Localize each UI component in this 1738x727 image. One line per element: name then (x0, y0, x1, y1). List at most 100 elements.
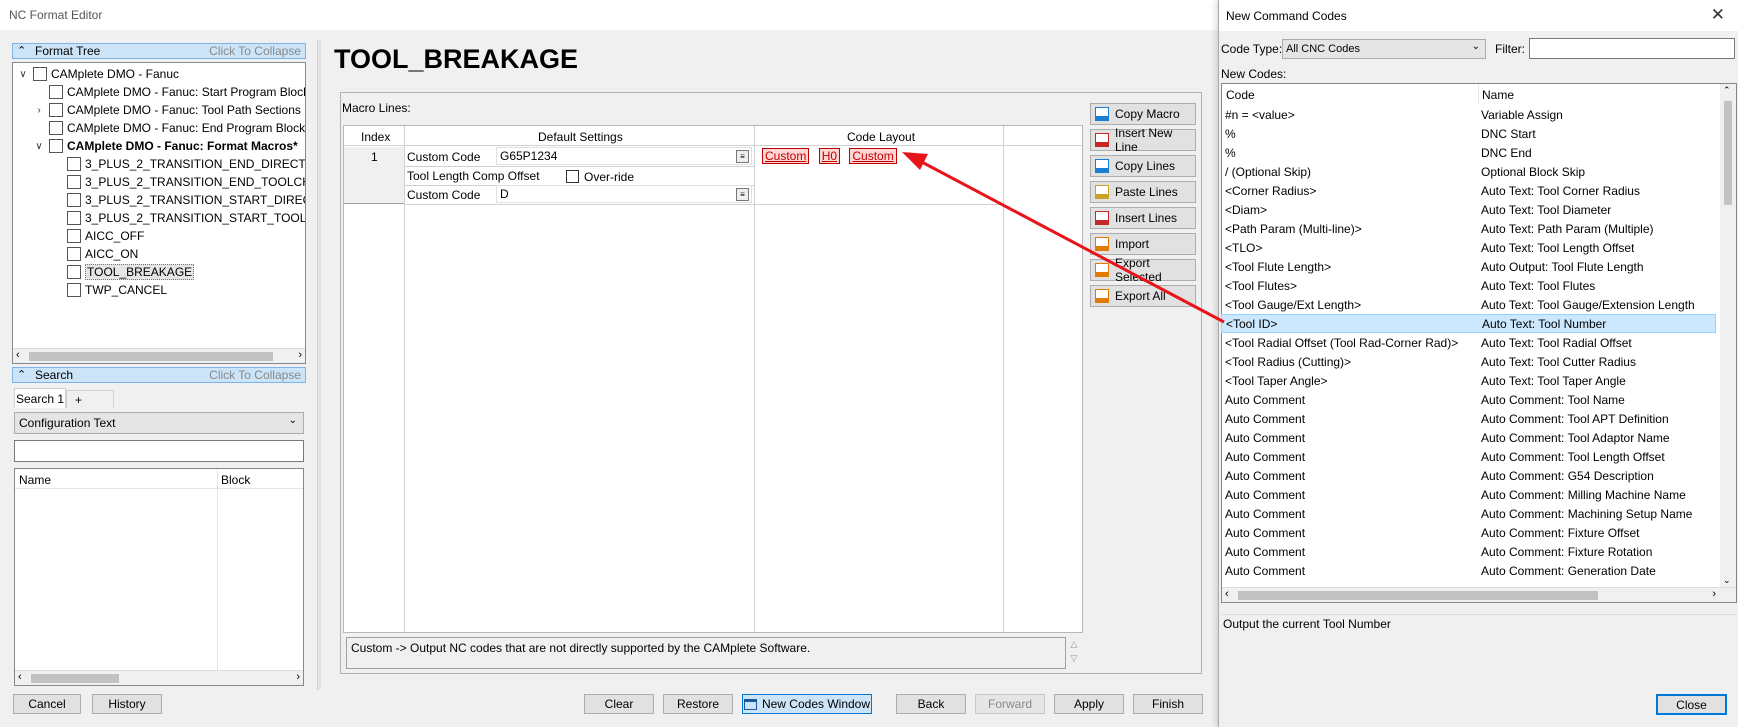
scroll-thumb[interactable] (1724, 101, 1732, 205)
code-row[interactable]: Auto Comment Auto Comment: Tool Length Of… (1221, 447, 1716, 466)
chevron-down-icon[interactable]: ∨ (33, 141, 45, 152)
code-row[interactable]: Auto Comment Auto Comment: Tool APT Defin… (1221, 409, 1716, 428)
tree-item[interactable]: ∨ CAMplete DMO - Fanuc: Format Macros* (33, 137, 298, 155)
row-index-cell[interactable]: 1 (344, 147, 404, 204)
format-tree[interactable]: ∨ CAMplete DMO - Fanuc CAMplete DMO - Fanu… (12, 62, 306, 364)
code-row[interactable]: Auto Comment Auto Comment: Tool Name (1221, 390, 1716, 409)
search-input[interactable] (14, 440, 304, 462)
layout-code-custom[interactable]: Custom (762, 148, 810, 164)
description-scroll[interactable]: △ ▽ (1068, 637, 1080, 669)
search-tab-1[interactable]: Search 1 (14, 388, 66, 408)
code-row[interactable]: <Tool Radial Offset (Tool Rad-Corner Rad… (1221, 333, 1716, 352)
code-row[interactable]: <Corner Radius> Auto Text: Tool Corner Ra… (1221, 181, 1716, 200)
vertical-scrollbar[interactable]: ⌃ ⌄ (1720, 84, 1736, 587)
tree-item[interactable]: 3_PLUS_2_TRANSITION_END_TOOLCHANGE (51, 173, 305, 191)
code-row[interactable]: Auto Comment Auto Comment: Fixture Offset (1221, 523, 1716, 542)
tree-item[interactable]: TWP_CANCEL (51, 281, 167, 299)
code-row[interactable]: <Tool Flutes> Auto Text: Tool Flutes (1221, 276, 1716, 295)
code-editor-icon[interactable]: ≡ (736, 150, 749, 163)
code-layout-cell[interactable]: Custom H0 Custom (762, 148, 903, 164)
tree-item[interactable]: AICC_ON (51, 245, 138, 263)
tree-item[interactable]: CAMplete DMO - Fanuc: End Program Block (33, 119, 305, 137)
code-row[interactable]: <Tool ID> Auto Text: Tool Number (1221, 314, 1716, 333)
col-code[interactable]: Code (1226, 88, 1255, 102)
code-row[interactable]: Auto Comment Auto Comment: Tool Adaptor N… (1221, 428, 1716, 447)
code-row[interactable]: % DNC Start (1221, 124, 1716, 143)
tree-item[interactable]: › CAMplete DMO - Fanuc: Tool Path Section… (33, 101, 301, 119)
clear-button[interactable]: Clear (584, 694, 654, 714)
tree-horizontal-scrollbar[interactable]: ‹ › (13, 348, 305, 363)
scroll-thumb[interactable] (31, 674, 119, 683)
layout-code-h0[interactable]: H0 (818, 148, 841, 164)
code-row[interactable]: Auto Comment Auto Comment: Machining Setu… (1221, 504, 1716, 523)
code-row[interactable]: <Tool Flute Length> Auto Output: Tool Flu… (1221, 257, 1716, 276)
scroll-right-icon[interactable]: › (296, 671, 300, 683)
code-editor-icon[interactable]: ≡ (736, 188, 749, 201)
scroll-left-icon[interactable]: ‹ (16, 349, 20, 361)
finish-button[interactable]: Finish (1133, 694, 1203, 714)
back-button[interactable]: Back (896, 694, 966, 714)
code-type-select[interactable]: All CNC Codes ⌄ (1282, 39, 1486, 59)
code-row[interactable]: % DNC End (1221, 143, 1716, 162)
scroll-thumb[interactable] (29, 352, 273, 361)
col-code-layout[interactable]: Code Layout (847, 130, 915, 144)
tree-item[interactable]: 3_PLUS_2_TRANSITION_START_TOOLCHANGE (51, 209, 305, 227)
col-index[interactable]: Index (361, 130, 390, 144)
filter-input[interactable] (1529, 38, 1735, 59)
custom-code-input-1[interactable]: G65P1234 ≡ (496, 147, 752, 165)
tree-item[interactable]: 3_PLUS_2_TRANSITION_END_DIRECT (51, 155, 305, 173)
scroll-up-icon[interactable]: ⌃ (1723, 85, 1731, 96)
new-codes-window-button[interactable]: New Codes Window (742, 694, 872, 714)
code-row[interactable]: <Tool Taper Angle> Auto Text: Tool Taper … (1221, 371, 1716, 390)
apply-button[interactable]: Apply (1054, 694, 1124, 714)
forward-button[interactable]: Forward (975, 694, 1045, 714)
scroll-left-icon[interactable]: ‹ (1225, 588, 1229, 600)
export-all-button[interactable]: Export All (1090, 285, 1196, 307)
override-checkbox[interactable] (566, 170, 579, 183)
search-results[interactable]: Name Block ‹ › (14, 468, 304, 686)
tree-item[interactable]: ∨ CAMplete DMO - Fanuc (17, 65, 179, 83)
splitter[interactable] (317, 40, 321, 690)
restore-button[interactable]: Restore (663, 694, 733, 714)
code-row[interactable]: <Path Param (Multi-line)> Auto Text: Path… (1221, 219, 1716, 238)
code-row[interactable]: Auto Comment Auto Comment: Generation Dat… (1221, 561, 1716, 580)
scroll-down-icon[interactable]: ⌄ (1723, 575, 1731, 586)
code-row[interactable]: Auto Comment Auto Comment: G54 Descriptio… (1221, 466, 1716, 485)
code-row[interactable]: Auto Comment Auto Comment: Fixture Rotati… (1221, 542, 1716, 561)
chevron-down-icon[interactable]: ∨ (17, 69, 29, 80)
macro-grid[interactable]: Index Default Settings Code Layout 1 Cus… (343, 125, 1083, 633)
tree-item[interactable]: 3_PLUS_2_TRANSITION_START_DIRECT (51, 191, 305, 209)
custom-code-input-2[interactable]: D ≡ (496, 185, 752, 203)
codes-horizontal-scrollbar[interactable]: ‹ › (1222, 587, 1736, 602)
chevron-right-icon[interactable]: › (33, 105, 45, 116)
tree-item[interactable]: CAMplete DMO - Fanuc: Start Program Bloc… (33, 83, 305, 101)
code-row[interactable]: <Diam> Auto Text: Tool Diameter (1221, 200, 1716, 219)
search-type-select[interactable]: Configuration Text ⌄ (14, 412, 304, 434)
layout-code-custom-2[interactable]: Custom (849, 148, 897, 164)
code-row[interactable]: <TLO> Auto Text: Tool Length Offset (1221, 238, 1716, 257)
scroll-right-icon[interactable]: › (1712, 588, 1716, 600)
scroll-thumb[interactable] (1238, 591, 1598, 600)
copy-macro-button[interactable]: Copy Macro (1090, 103, 1196, 125)
col-default-settings[interactable]: Default Settings (538, 130, 623, 144)
code-row[interactable]: / (Optional Skip) Optional Block Skip (1221, 162, 1716, 181)
code-row[interactable]: #n = <value> Variable Assign (1221, 105, 1716, 124)
col-block[interactable]: Block (221, 473, 250, 487)
insert-new-line-button[interactable]: Insert New Line (1090, 126, 1196, 154)
scroll-left-icon[interactable]: ‹ (18, 671, 22, 683)
code-row[interactable]: <Tool Radius (Cutting)> Auto Text: Tool C… (1221, 352, 1716, 371)
results-horizontal-scrollbar[interactable]: ‹ › (15, 670, 303, 685)
col-name[interactable]: Name (19, 473, 51, 487)
cancel-button[interactable]: Cancel (13, 694, 81, 714)
tree-item[interactable]: TOOL_BREAKAGE (51, 263, 195, 281)
close-button[interactable]: Close (1656, 694, 1727, 715)
tree-item[interactable]: AICC_OFF (51, 227, 144, 245)
history-button[interactable]: History (92, 694, 162, 714)
code-row[interactable]: <Tool Gauge/Ext Length> Auto Text: Tool G… (1221, 295, 1716, 314)
format-tree-header[interactable]: ⌃ Format Tree Click To Collapse (12, 43, 306, 59)
col-name[interactable]: Name (1482, 88, 1514, 102)
paste-lines-button[interactable]: Paste Lines (1090, 181, 1196, 203)
import-button[interactable]: Import (1090, 233, 1196, 255)
close-icon[interactable]: ✕ (1711, 5, 1725, 25)
search-header[interactable]: ⌃ Search Click To Collapse (12, 367, 306, 383)
